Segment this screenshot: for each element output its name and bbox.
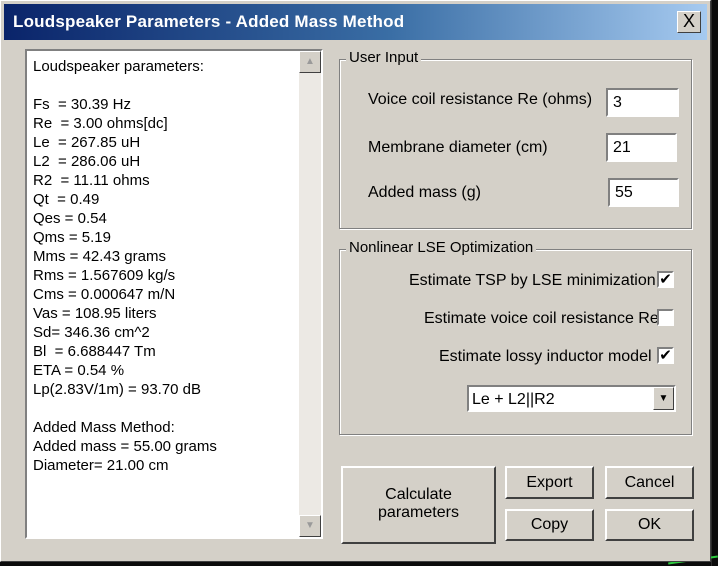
result-line: Mms = 42.43 grams	[33, 248, 166, 265]
result-line: Sd= 346.36 cm^2	[33, 324, 150, 341]
results-textbox[interactable]: Loudspeaker parameters: Fs = 30.39 Hz Re …	[25, 49, 323, 539]
tsp-lse-label: Estimate TSP by LSE minimization	[409, 272, 656, 289]
dialog-window: Loudspeaker Parameters - Added Mass Meth…	[0, 0, 711, 562]
result-line: L2 = 286.06 uH	[33, 153, 141, 170]
ok-button[interactable]: OK	[605, 509, 694, 541]
title-bar[interactable]: Loudspeaker Parameters - Added Mass Meth…	[4, 4, 707, 40]
diameter-label: Membrane diameter (cm)	[368, 139, 548, 156]
dropdown-arrow-icon[interactable]: ▼	[653, 387, 674, 410]
diameter-input[interactable]: 21	[606, 133, 677, 162]
result-line: Qt = 0.49	[33, 191, 100, 208]
result-line: Vas = 108.95 liters	[33, 305, 157, 322]
inductor-model-value: Le + L2||R2	[472, 391, 555, 408]
export-button[interactable]: Export	[505, 466, 594, 499]
result-line: Added mass = 55.00 grams	[33, 438, 217, 455]
re-label: Voice coil resistance Re (ohms)	[368, 91, 593, 108]
result-line: ETA = 0.54 %	[33, 362, 125, 379]
re-estimate-label: Estimate voice coil resistance Re	[424, 310, 659, 327]
optimization-group-label: Nonlinear LSE Optimization	[346, 239, 537, 256]
results-text: Loudspeaker parameters: Fs = 30.39 Hz Re …	[33, 57, 295, 475]
result-line	[33, 399, 295, 418]
inductor-model-select[interactable]: Le + L2||R2 ▼	[467, 385, 676, 412]
added-mass-input[interactable]: 55	[608, 178, 679, 207]
lossy-inductor-checkbox[interactable]: ✔	[657, 347, 674, 364]
background-grid-line	[711, 0, 712, 566]
close-icon: X	[682, 11, 695, 31]
calculate-label-line1: Calculate	[385, 486, 452, 503]
re-estimate-checkbox[interactable]	[657, 309, 674, 326]
lossy-inductor-label: Estimate lossy inductor model	[439, 348, 652, 365]
added-mass-label: Added mass (g)	[368, 184, 481, 201]
scroll-down-arrow-icon[interactable]: ▼	[299, 515, 321, 537]
result-line: Le = 267.85 uH	[33, 134, 141, 151]
checkmark-icon: ✔	[659, 271, 672, 288]
result-line: Bl = 6.688447 Tm	[33, 343, 156, 360]
result-line: Diameter= 21.00 cm	[33, 457, 169, 474]
re-input[interactable]: 3	[606, 88, 679, 117]
result-line: Loudspeaker parameters:	[33, 58, 204, 75]
checkmark-icon: ✔	[659, 347, 672, 364]
result-line: Qms = 5.19	[33, 229, 111, 246]
user-input-group-label: User Input	[346, 49, 422, 66]
calculate-parameters-button[interactable]: Calculate parameters	[341, 466, 496, 544]
close-button[interactable]: X	[677, 11, 701, 33]
calculate-label-line2: parameters	[378, 504, 459, 521]
copy-button[interactable]: Copy	[505, 509, 594, 541]
result-line: Cms = 0.000647 m/N	[33, 286, 176, 303]
result-line: Lp(2.83V/1m) = 93.70 dB	[33, 381, 202, 398]
result-line: Qes = 0.54	[33, 210, 107, 227]
cancel-button[interactable]: Cancel	[605, 466, 694, 499]
result-line: Rms = 1.567609 kg/s	[33, 267, 176, 284]
result-line: Fs = 30.39 Hz	[33, 96, 131, 113]
vertical-scrollbar[interactable]: ▲ ▼	[299, 51, 321, 537]
window-title: Loudspeaker Parameters - Added Mass Meth…	[13, 12, 405, 31]
result-line: Added Mass Method:	[33, 419, 175, 436]
tsp-lse-checkbox[interactable]: ✔	[657, 271, 674, 288]
result-line: R2 = 11.11 ohms	[33, 172, 150, 189]
result-line: Re = 3.00 ohms[dc]	[33, 115, 168, 132]
result-line	[33, 76, 295, 95]
scroll-up-arrow-icon[interactable]: ▲	[299, 51, 321, 73]
